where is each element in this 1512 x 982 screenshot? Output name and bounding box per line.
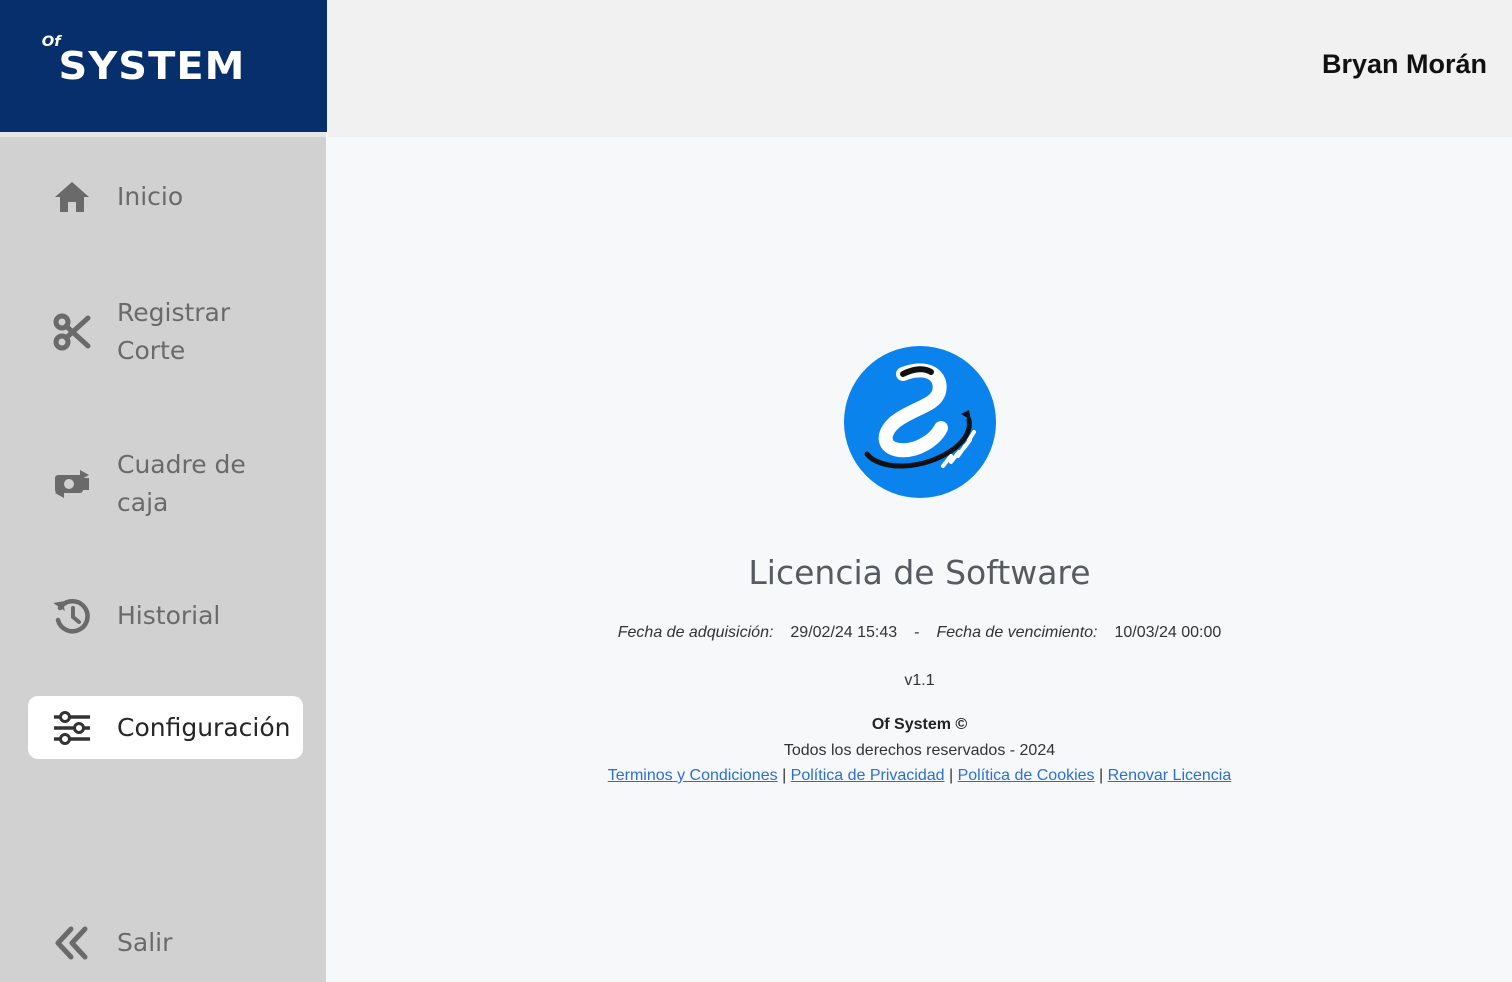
license-dates: Fecha de adquisición: 29/02/24 15:43 - F… bbox=[618, 624, 1222, 642]
company-name: Of System © bbox=[871, 716, 968, 733]
sidebar-item-salir[interactable]: Salir bbox=[28, 923, 303, 963]
privacy-link[interactable]: Política de Privacidad bbox=[791, 767, 945, 784]
sidebar-item-label: Configuración bbox=[117, 712, 291, 742]
top-bar: Bryan Morán bbox=[327, 0, 1512, 137]
history-icon bbox=[52, 596, 92, 636]
dates-separator: - bbox=[914, 624, 920, 641]
user-name[interactable]: Bryan Morán bbox=[1322, 49, 1487, 80]
money-exchange-icon bbox=[52, 464, 92, 504]
sidebar-item-cuadre-de-caja[interactable]: Cuadre de caja bbox=[28, 444, 303, 524]
link-separator: | bbox=[1099, 767, 1104, 784]
main-content: Licencia de Software Fecha de adquisició… bbox=[327, 137, 1512, 982]
double-chevron-left-icon bbox=[52, 923, 92, 963]
sidebar: Inicio Registrar Corte Cuadre de caja Hi… bbox=[0, 132, 326, 982]
sidebar-item-registrar-corte[interactable]: Registrar Corte bbox=[28, 292, 303, 372]
license-panel: Licencia de Software Fecha de adquisició… bbox=[327, 344, 1512, 785]
app-version: v1.1 bbox=[904, 672, 935, 689]
sidebar-item-label: Salir bbox=[117, 928, 173, 957]
acquisition-label: Fecha de adquisición: bbox=[617, 624, 774, 641]
sidebar-item-inicio[interactable]: Inicio bbox=[28, 177, 303, 217]
sliders-icon bbox=[52, 708, 92, 748]
link-separator: | bbox=[948, 767, 954, 784]
sidebar-item-label: Historial bbox=[117, 601, 221, 630]
scissors-icon bbox=[52, 312, 92, 352]
sidebar-item-label: Inicio bbox=[117, 182, 184, 211]
brand-logo-area: Of SYSTEM bbox=[0, 0, 327, 132]
cookies-link[interactable]: Política de Cookies bbox=[958, 767, 1095, 784]
license-title: Licencia de Software bbox=[748, 553, 1091, 592]
expiration-label: Fecha de vencimiento: bbox=[936, 624, 1098, 641]
acquisition-date: 29/02/24 15:43 bbox=[790, 624, 898, 641]
brand-logo: Of SYSTEM bbox=[41, 34, 245, 88]
rights-text: Todos los derechos reservados - 2024 bbox=[783, 742, 1056, 759]
renew-license-link[interactable]: Renovar Licencia bbox=[1108, 767, 1232, 784]
sidebar-item-configuracion[interactable]: Configuración bbox=[28, 696, 303, 759]
sidebar-item-label: Cuadre de caja bbox=[117, 450, 246, 517]
sidebar-item-label: Registrar Corte bbox=[117, 298, 231, 365]
brand-name: SYSTEM bbox=[58, 44, 245, 88]
expiration-date: 10/03/24 00:00 bbox=[1114, 624, 1222, 641]
terms-link[interactable]: Terminos y Condiciones bbox=[608, 767, 778, 784]
footer-links: Terminos y Condiciones | Política de Pri… bbox=[608, 767, 1232, 785]
sidebar-item-historial[interactable]: Historial bbox=[28, 596, 303, 636]
brand-prefix: Of bbox=[41, 34, 61, 50]
link-separator: | bbox=[782, 767, 787, 784]
home-icon bbox=[52, 177, 92, 217]
app-logo-icon bbox=[843, 344, 997, 505]
